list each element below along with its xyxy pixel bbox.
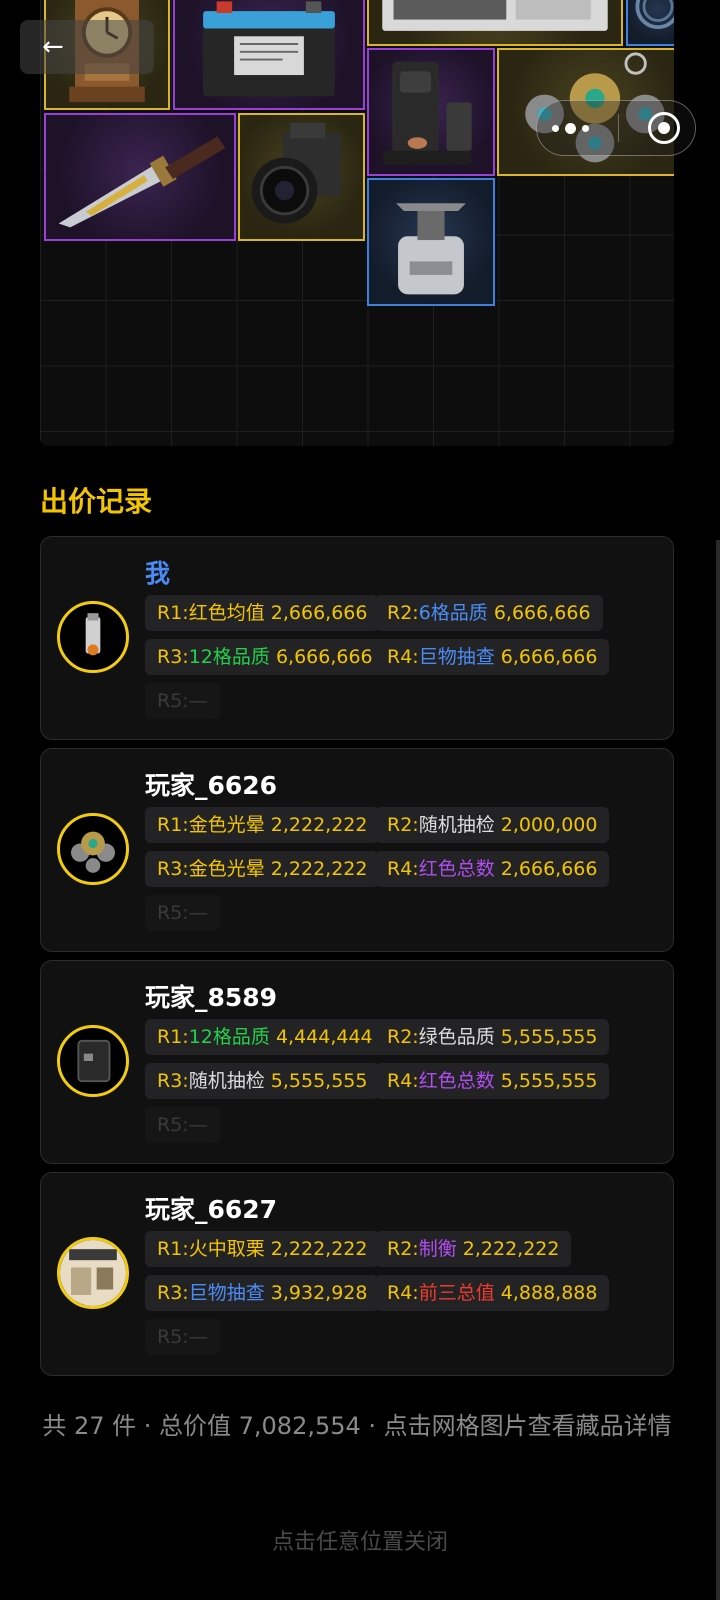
summary-text: 共 27 件 · 总价值 7,082,554 · 点击网格图片查看藏品详情 (42, 1412, 672, 1440)
bid-card-me: 我 R1:红色均值 2,666,666 R2:6格品质 6,666,666 R3… (40, 536, 674, 740)
round-chip-r1: R1:火中取栗 2,222,222 (145, 1231, 380, 1267)
round-chip-r5-empty: R5:— (145, 895, 220, 931)
rule-text: 金色光晕 (188, 814, 265, 836)
round-chip-r4: R4:红色总数 2,666,666 (375, 851, 610, 887)
rule-text: 巨物抽查 (418, 646, 495, 668)
round-chip-r4: R4:红色总数 5,555,555 (375, 1063, 610, 1099)
rule-text: 火中取栗 (188, 1238, 265, 1260)
rule-text: 红色均值 (188, 602, 265, 624)
round-chip-r3: R3:金色光晕 2,222,222 (145, 851, 380, 887)
rule-text: 随机抽检 (188, 1070, 265, 1092)
bid-card-player: 玩家_8589 R1:12格品质 4,444,444 R2:绿色品质 5,555… (40, 960, 674, 1164)
rule-text: 绿色品质 (418, 1026, 495, 1048)
back-arrow-icon: ← (42, 32, 64, 62)
round-chip-r4: R4:前三总值 4,888,888 (375, 1275, 610, 1311)
rule-text: 12格品质 (188, 1026, 270, 1048)
rule-text: 金色光晕 (188, 858, 265, 880)
player-name: 我 (145, 559, 171, 588)
round-chip-r3: R3:随机抽检 5,555,555 (145, 1063, 380, 1099)
rule-text: 巨物抽查 (188, 1282, 265, 1304)
item-cable-coil[interactable] (626, 0, 674, 46)
close-hint[interactable]: 点击任意位置关闭 (0, 1524, 720, 1556)
item-car-battery[interactable] (173, 0, 365, 110)
round-chip-r2: R2:6格品质 6,666,666 (375, 595, 603, 631)
round-chip-r5-empty: R5:— (145, 1319, 220, 1355)
avatar-poster-icon (57, 1237, 129, 1309)
player-name: 玩家_6627 (145, 1195, 278, 1224)
scrollbar[interactable] (716, 540, 720, 1600)
round-chip-r3: R3:巨物抽查 3,932,928 (145, 1275, 380, 1311)
round-chip-r5-empty: R5:— (145, 1107, 220, 1143)
avatar-lighter-icon (57, 601, 129, 673)
bid-card-player: 玩家_6626 R1:金色光晕 2,222,222 R2:随机抽检 2,000,… (40, 748, 674, 952)
round-chip-r1: R1:红色均值 2,666,666 (145, 595, 380, 631)
player-name: 玩家_6626 (145, 771, 278, 800)
rule-text: 12格品质 (188, 646, 270, 668)
avatar-keychain-icon (57, 813, 129, 885)
rule-text: 随机抽检 (418, 814, 495, 836)
back-button[interactable]: ← (20, 20, 154, 74)
bid-records-title: 出价记录 (40, 485, 153, 518)
mini-program-capsule (536, 100, 696, 156)
rule-text: 制衡 (418, 1238, 457, 1260)
rule-text: 红色总数 (418, 858, 495, 880)
rule-text: 红色总数 (418, 1070, 495, 1092)
item-camp-stove[interactable] (367, 178, 495, 306)
round-chip-r2: R2:绿色品质 5,555,555 (375, 1019, 610, 1055)
capsule-divider (617, 114, 619, 142)
round-chip-r3: R3:12格品质 6,666,666 (145, 639, 385, 675)
avatar-notebook-icon (57, 1025, 129, 1097)
player-name: 玩家_8589 (145, 983, 278, 1012)
item-medium-format-camera[interactable] (238, 113, 365, 241)
rule-text: 6格品质 (418, 602, 488, 624)
rule-text: 前三总值 (418, 1282, 495, 1304)
round-chip-r1: R1:12格品质 4,444,444 (145, 1019, 385, 1055)
round-chip-r1: R1:金色光晕 2,222,222 (145, 807, 380, 843)
round-chip-r4: R4:巨物抽查 6,666,666 (375, 639, 610, 675)
bid-card-player: 玩家_6627 R1:火中取栗 2,222,222 R2:制衡 2,222,22… (40, 1172, 674, 1376)
round-chip-r5-empty: R5:— (145, 683, 220, 719)
item-server-unit[interactable] (367, 0, 623, 46)
item-coffee-machine[interactable] (367, 48, 495, 176)
round-chip-r2: R2:制衡 2,222,222 (375, 1231, 572, 1267)
target-icon[interactable] (648, 112, 681, 144)
item-hunting-knife[interactable] (44, 113, 236, 241)
round-chip-r2: R2:随机抽检 2,000,000 (375, 807, 610, 843)
more-dots-icon[interactable] (551, 122, 589, 134)
